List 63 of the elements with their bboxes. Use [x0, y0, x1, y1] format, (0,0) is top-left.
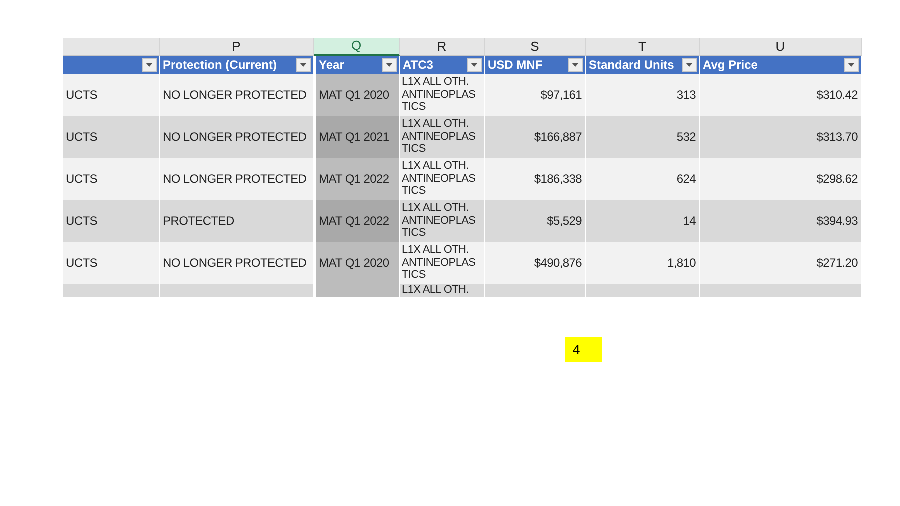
- column-letter-header[interactable]: R: [400, 38, 485, 56]
- table-cell: 532: [586, 116, 700, 158]
- column-title: USD MNF: [488, 57, 543, 74]
- table-cell: MAT Q1 2022: [314, 158, 400, 200]
- caret-icon: [848, 63, 855, 67]
- table-cell: L1X ALL OTH. ANTINEOPLASTICS: [400, 242, 485, 284]
- filter-dropdown-button[interactable]: [296, 58, 311, 72]
- table-cell: L1X ALL OTH. ANTINEOPLASTICS: [400, 74, 485, 116]
- table-cell: NO LONGER PROTECTED: [160, 74, 314, 116]
- filter-dropdown-button[interactable]: [682, 58, 697, 72]
- table-cell: $490,876: [485, 242, 586, 284]
- caret-icon: [300, 63, 307, 67]
- column-title: Protection (Current): [163, 57, 277, 74]
- table-cell: PROTECTED: [160, 200, 314, 242]
- table-cell: $310.42: [700, 74, 862, 116]
- table-cell: UCTS: [63, 200, 160, 242]
- column-letter-header[interactable]: T: [586, 38, 700, 56]
- table-cell: MAT Q1 2021: [314, 116, 400, 158]
- table-cell: $97,161: [485, 74, 586, 116]
- table-cell: MAT Q1 2020: [314, 242, 400, 284]
- table-cell: NO LONGER PROTECTED: [160, 242, 314, 284]
- column-letter-header[interactable]: U: [700, 38, 862, 56]
- table-cell: 14: [586, 200, 700, 242]
- caret-icon: [146, 63, 153, 67]
- table-cell: UCTS: [63, 74, 160, 116]
- table-cell: UCTS: [63, 242, 160, 284]
- table-cell: L1X ALL OTH. ANTINEOPLASTICS: [400, 158, 485, 200]
- table-cell: $166,887: [485, 116, 586, 158]
- filter-dropdown-button[interactable]: [844, 58, 859, 72]
- table-cell: 624: [586, 158, 700, 200]
- table-cell: $5,529: [485, 200, 586, 242]
- caret-icon: [572, 63, 579, 67]
- filter-dropdown-button[interactable]: [142, 58, 157, 72]
- column-title: Year: [319, 57, 344, 74]
- caret-icon: [471, 63, 478, 67]
- table-cell: 313: [586, 74, 700, 116]
- caret-icon: [386, 63, 393, 67]
- table-cell: $313.70: [700, 116, 862, 158]
- column-title: Standard Units: [589, 57, 674, 74]
- table-cell: L1X ALL OTH. ANTINEOPLASTICS: [400, 200, 485, 242]
- filter-dropdown-button[interactable]: [382, 58, 397, 72]
- table-cell: L1X ALL OTH. ANTINEOPLASTICS: [400, 116, 485, 158]
- table-cell: $271.20: [700, 242, 862, 284]
- column-title: ATC3: [403, 57, 434, 74]
- table-cell: UCTS: [63, 158, 160, 200]
- table-cell: L1X ALL OTH.: [400, 284, 485, 297]
- table-cell: UCTS: [63, 116, 160, 158]
- table-cell: NO LONGER PROTECTED: [160, 158, 314, 200]
- column-letter-header[interactable]: Q: [314, 38, 400, 56]
- column-letter-header[interactable]: P: [160, 38, 314, 56]
- number-label: 4: [565, 337, 602, 362]
- filter-dropdown-button[interactable]: [467, 58, 482, 72]
- filter-dropdown-button[interactable]: [568, 58, 583, 72]
- table-cell: 1,810: [586, 242, 700, 284]
- caret-icon: [686, 63, 693, 67]
- table-cell: $186,338: [485, 158, 586, 200]
- table-cell: MAT Q1 2022: [314, 200, 400, 242]
- table-cell: $394.93: [700, 200, 862, 242]
- table-cell: MAT Q1 2020: [314, 74, 400, 116]
- table-cell: NO LONGER PROTECTED: [160, 116, 314, 158]
- column-letter-header[interactable]: S: [485, 38, 586, 56]
- column-title: Avg Price: [703, 57, 758, 74]
- table-cell: $298.62: [700, 158, 862, 200]
